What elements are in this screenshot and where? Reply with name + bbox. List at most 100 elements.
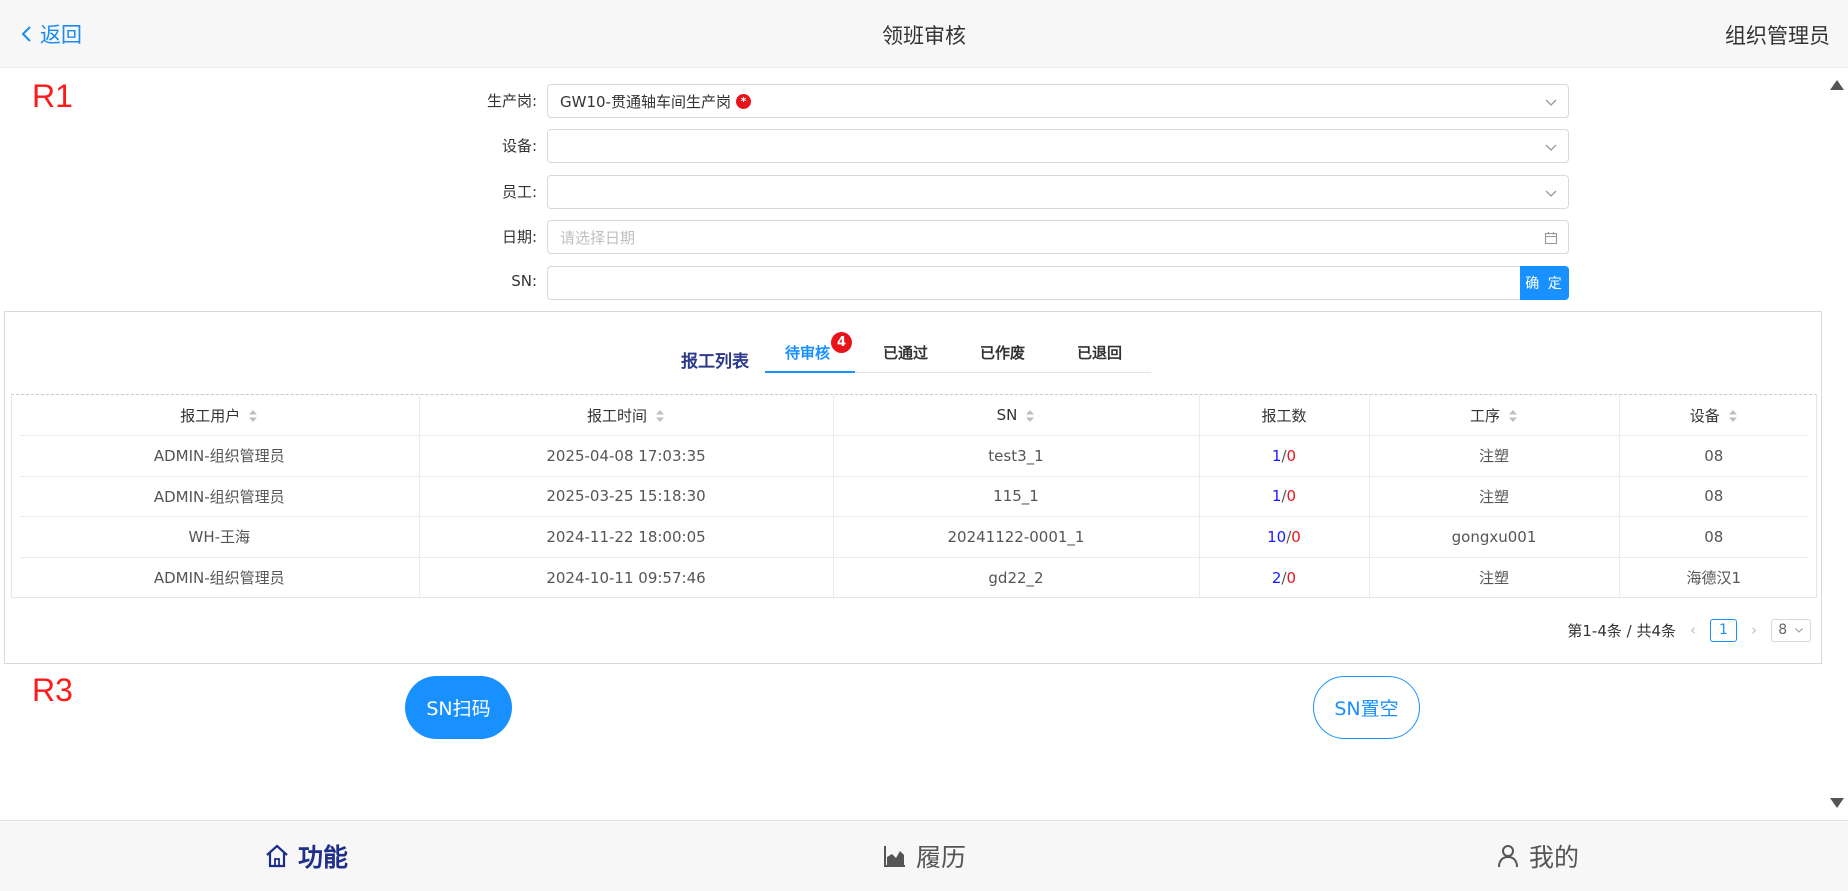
column-header-process[interactable]: 工序 [1369, 395, 1620, 436]
header-bar: 返回 领班审核 组织管理员 [0, 0, 1848, 68]
cell-count: 2/0 [1199, 557, 1370, 598]
cell-process: 注塑 [1369, 476, 1620, 517]
sn-clear-button[interactable]: SN置空 [1313, 676, 1420, 739]
home-icon [266, 844, 288, 868]
pending-count-badge: 4 [831, 332, 852, 353]
sort-icon [1509, 410, 1517, 422]
column-header-time[interactable]: 报工时间 [419, 395, 834, 436]
cell-sn: test3_1 [833, 435, 1200, 477]
cell-time: 2024-11-22 18:00:05 [419, 516, 834, 558]
user-role-label: 组织管理员 [1725, 24, 1830, 48]
page-number-button[interactable]: 1 [1710, 618, 1737, 642]
pagination-summary: 第1-4条 / 共4条 [1567, 621, 1676, 640]
cell-user: ADMIN-组织管理员 [20, 557, 420, 598]
cell-device: 海德汉1 [1686, 569, 1742, 587]
bottom-nav: 功能 履历 我的 [0, 820, 1848, 891]
scroll-down-icon[interactable] [1830, 798, 1844, 808]
form-row-date: 日期: 请选择日期 [0, 220, 1848, 254]
chevron-down-icon [1545, 190, 1557, 197]
date-placeholder: 请选择日期 [560, 228, 636, 247]
page-title: 领班审核 [882, 24, 966, 48]
nav-item-mine[interactable]: 我的 [1495, 839, 1579, 873]
cell-device: 08 [1619, 435, 1808, 477]
scroll-up-icon[interactable] [1830, 80, 1844, 90]
device-label: 设备: [501, 137, 537, 155]
cell-sn: gd22_2 [833, 557, 1200, 598]
cell-count: 10/0 [1199, 516, 1370, 558]
nav-label-mine: 我的 [1529, 843, 1580, 872]
report-tabs: 报工列表 待审核 4 已通过 已作废 已退回 [681, 332, 1151, 373]
tab-pending-label: 待审核 [785, 344, 831, 362]
user-icon [1498, 845, 1518, 868]
chevron-down-icon [1794, 628, 1803, 633]
form-row-production-post: 生产岗: GW10-贯通轴车间生产岗 * [0, 84, 1848, 118]
production-post-select[interactable]: GW10-贯通轴车间生产岗 * [547, 84, 1569, 118]
cell-process: gongxu001 [1369, 516, 1620, 558]
employee-select[interactable] [547, 175, 1569, 209]
cell-count: 1/0 [1199, 476, 1370, 517]
sort-icon [1728, 410, 1737, 422]
nav-item-functions[interactable]: 功能 [264, 839, 348, 873]
production-post-label: 生产岗: [486, 92, 537, 110]
required-mark: * [735, 93, 751, 109]
report-list-panel: 报工列表 待审核 4 已通过 已作废 已退回 报工用户 报工时间 SN 报工数 … [4, 311, 1822, 664]
cell-time: 2025-04-08 17:03:35 [419, 435, 834, 477]
tab-approved[interactable]: 已通过 [883, 342, 928, 372]
table-row[interactable]: ADMIN-组织管理员 2025-03-25 15:18:30 115_1 1/… [20, 476, 1808, 517]
cell-time: 2025-03-25 15:18:30 [419, 476, 834, 517]
nav-item-history[interactable]: 履历 [882, 839, 966, 873]
cell-sn: 115_1 [833, 476, 1200, 517]
table-row[interactable]: WH-王海 2024-11-22 18:00:05 20241122-0001_… [20, 516, 1808, 558]
report-table-container: 报工用户 报工时间 SN 报工数 工序 设备 ADMIN-组织管理员 2025-… [11, 394, 1817, 598]
confirm-button[interactable]: 确 定 [1520, 266, 1569, 300]
sort-icon [656, 410, 664, 422]
page-size-value: 8 [1778, 622, 1788, 638]
sn-label: SN: [511, 272, 537, 290]
table-row[interactable]: ADMIN-组织管理员 2024-10-11 09:57:46 gd22_2 2… [20, 557, 1808, 598]
chevron-down-icon [1545, 144, 1557, 151]
tab-returned[interactable]: 已退回 [1077, 342, 1122, 372]
page-size-select[interactable]: 8 [1771, 618, 1811, 642]
cell-user: WH-王海 [20, 516, 420, 558]
column-header-user[interactable]: 报工用户 [20, 395, 420, 436]
report-list-title: 报工列表 [681, 352, 749, 372]
chart-icon [884, 846, 905, 867]
chevron-down-icon [1545, 99, 1557, 106]
app-root: 返回 领班审核 组织管理员 R1 R2 R3 生产岗: GW10-贯通轴车间生产… [0, 0, 1848, 891]
sort-icon [249, 410, 258, 422]
column-header-sn[interactable]: SN [833, 395, 1200, 436]
date-label: 日期: [501, 228, 537, 246]
region-marker-r3: R3 [32, 672, 73, 708]
cell-time: 2024-10-11 09:57:46 [419, 557, 834, 598]
cell-count: 1/0 [1199, 435, 1370, 477]
sort-icon [1026, 409, 1035, 422]
tab-voided[interactable]: 已作废 [980, 342, 1025, 372]
sn-scan-button[interactable]: SN扫码 [405, 676, 512, 739]
report-table: 报工用户 报工时间 SN 报工数 工序 设备 ADMIN-组织管理员 2025-… [20, 395, 1808, 598]
cell-device: 08 [1619, 476, 1808, 517]
tab-pending[interactable]: 待审核 [785, 342, 830, 372]
date-picker[interactable]: 请选择日期 [547, 220, 1569, 254]
column-header-device[interactable]: 设备 [1619, 395, 1808, 436]
next-page-icon[interactable]: › [1747, 621, 1761, 639]
production-post-value: GW10-贯通轴车间生产岗 [560, 92, 731, 111]
form-row-sn: SN: 确 定 [0, 266, 1848, 300]
table-header-row: 报工用户 报工时间 SN 报工数 工序 设备 [20, 395, 1808, 436]
cell-process: 注塑 [1369, 557, 1620, 598]
cell-sn: 20241122-0001_1 [833, 516, 1200, 558]
sn-input[interactable] [547, 266, 1521, 300]
prev-page-icon[interactable]: ‹ [1686, 621, 1700, 639]
calendar-icon [1544, 232, 1558, 245]
nav-label-functions: 功能 [298, 843, 349, 872]
column-header-count: 报工数 [1199, 395, 1370, 436]
nav-label-history: 履历 [916, 843, 967, 872]
form-row-device: 设备: [0, 129, 1848, 163]
employee-label: 员工: [501, 183, 537, 201]
cell-user: ADMIN-组织管理员 [20, 476, 420, 517]
cell-process: 注塑 [1369, 435, 1620, 477]
cell-user: ADMIN-组织管理员 [20, 435, 420, 477]
form-row-employee: 员工: [0, 175, 1848, 209]
pagination: 第1-4条 / 共4条 ‹ 1 › 8 [1567, 618, 1811, 642]
table-row[interactable]: ADMIN-组织管理员 2025-04-08 17:03:35 test3_1 … [20, 435, 1808, 477]
device-select[interactable] [547, 129, 1569, 163]
